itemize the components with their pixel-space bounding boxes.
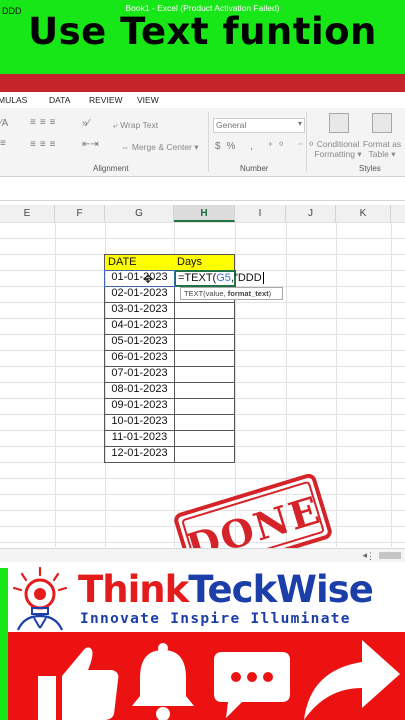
header-cell-days[interactable]: Days: [174, 254, 235, 271]
bell-icon[interactable]: [128, 642, 198, 721]
merge-center-label: Merge & Center: [131, 142, 192, 152]
header-cell-date[interactable]: DATE: [104, 254, 175, 271]
chevron-down-icon: ▾: [194, 142, 199, 152]
ribbon: ⁄A ≡ ≡≡≡ »⁄ ≡≡≡ ⇤⇥ ⤶ Wrap Text ⇔ Merge &…: [0, 108, 405, 177]
column-header-h[interactable]: H: [174, 205, 235, 222]
column-header-i[interactable]: I: [235, 205, 286, 222]
date-cell[interactable]: 06-01-2023: [104, 350, 175, 367]
date-cell[interactable]: 05-01-2023: [104, 334, 175, 351]
mouse-cursor-icon: ✥: [143, 272, 154, 286]
tab-view[interactable]: VIEW: [137, 95, 159, 105]
window-title: Book1 - Excel (Product Activation Failed…: [125, 3, 280, 13]
group-number-label: Number: [240, 164, 269, 173]
days-cell[interactable]: [174, 334, 235, 351]
align-left-icons[interactable]: ≡≡≡: [30, 139, 60, 150]
date-cell[interactable]: 12-01-2023: [104, 446, 175, 463]
days-cell[interactable]: [174, 302, 235, 319]
days-cell[interactable]: [174, 446, 235, 463]
comment-icon[interactable]: [212, 648, 292, 720]
share-icon[interactable]: [300, 640, 400, 720]
decrease-indent-icon[interactable]: ⇤⇥: [82, 139, 99, 150]
scroll-thumb[interactable]: [379, 552, 401, 559]
number-format-select[interactable]: General ▾: [213, 118, 305, 133]
tooltip-close: ): [268, 289, 272, 298]
cf-line1: Conditional: [316, 139, 360, 149]
wrap-text-button[interactable]: ⤶ Wrap Text: [113, 120, 158, 131]
number-format-icons[interactable]: $% , ⁺⁰ ⁻⁰: [215, 141, 319, 152]
date-cell[interactable]: 03-01-2023: [104, 302, 175, 319]
brand-tagline: Innovate Inspire Illuminate: [80, 611, 351, 627]
days-cell[interactable]: [174, 350, 235, 367]
indent-icon[interactable]: ≡: [0, 138, 6, 149]
date-cell[interactable]: 02-01-2023: [104, 286, 175, 303]
days-cell[interactable]: [174, 318, 235, 335]
excel-title-bar: [0, 74, 405, 92]
formula-suffix: ,"DDD: [230, 272, 262, 284]
conditional-formatting-button[interactable]: Conditional Formatting ▾: [314, 139, 362, 159]
column-header-j[interactable]: J: [286, 205, 336, 222]
chevron-down-icon: ▾: [297, 119, 302, 128]
column-header-g[interactable]: G: [105, 205, 174, 222]
formula-bar[interactable]: [0, 178, 405, 201]
text-direction-icon[interactable]: »⁄: [82, 118, 89, 129]
date-cell[interactable]: 08-01-2023: [104, 382, 175, 399]
horizontal-scrollbar[interactable]: ◂ ⋮: [0, 548, 405, 563]
tooltip-fn: TEXT(value,: [184, 289, 228, 298]
tab-formulas[interactable]: MULAS: [0, 95, 27, 105]
date-cell[interactable]: 10-01-2023: [104, 414, 175, 431]
ribbon-tabs: MULAS DATA REVIEW VIEW: [0, 92, 405, 108]
date-cell[interactable]: 07-01-2023: [104, 366, 175, 383]
bottom-green-strip: [0, 632, 8, 720]
tab-data[interactable]: DATA: [49, 95, 70, 105]
brand-name-part2: TeckWise: [188, 568, 374, 611]
column-headers: E F G H I J K: [0, 205, 405, 223]
cf-line2: Formatting: [314, 149, 355, 159]
format-as-table-button[interactable]: Format as Table ▾: [362, 139, 402, 159]
formula-prefix: =TEXT(: [178, 272, 217, 284]
column-header-e[interactable]: E: [0, 205, 55, 222]
brand-name: ThinkTeckWise: [78, 568, 374, 611]
days-cell[interactable]: [174, 414, 235, 431]
merge-icon: ⇔: [121, 142, 132, 152]
days-cell[interactable]: [174, 398, 235, 415]
formula-cell-ref: G5: [216, 272, 231, 284]
group-alignment-label: Alignment: [93, 164, 129, 173]
merge-center-button[interactable]: ⇔ Merge & Center ▾: [121, 142, 199, 153]
active-cell-h5[interactable]: =TEXT(G5,"DDD: [174, 270, 264, 287]
bulb-logo-icon: [10, 566, 70, 632]
wrap-text-label: Wrap Text: [120, 120, 159, 130]
banner-title: Use Text funtion: [28, 10, 377, 53]
date-cell[interactable]: 09-01-2023: [104, 398, 175, 415]
days-cell[interactable]: [174, 430, 235, 447]
column-header-k[interactable]: K: [336, 205, 391, 222]
conditional-formatting-icon[interactable]: [329, 113, 349, 133]
fat-line1: Format as: [362, 139, 402, 149]
split-icon[interactable]: ⋮: [366, 551, 375, 562]
group-styles-label: Styles: [359, 164, 381, 173]
formula-bar-text[interactable]: DDD: [2, 6, 22, 16]
like-icon[interactable]: [30, 640, 120, 720]
fat-line2: Table: [368, 149, 389, 159]
date-cell[interactable]: 11-01-2023: [104, 430, 175, 447]
days-cell[interactable]: [174, 382, 235, 399]
date-cell[interactable]: 04-01-2023: [104, 318, 175, 335]
tooltip-arg: format_text: [227, 289, 269, 298]
function-tooltip: TEXT(value, format_text): [180, 287, 283, 300]
days-cell[interactable]: [174, 366, 235, 383]
align-top-icons[interactable]: ≡≡≡: [30, 117, 60, 128]
tab-review[interactable]: REVIEW: [89, 95, 123, 105]
column-header-f[interactable]: F: [55, 205, 105, 222]
format-as-table-icon[interactable]: [372, 113, 392, 133]
number-format-value: General: [216, 120, 247, 130]
brand-name-part1: Think: [78, 568, 189, 611]
brand-green-strip: [0, 568, 8, 632]
orientation-icon[interactable]: ⁄A: [0, 118, 8, 129]
text-cursor: [262, 272, 264, 284]
referenced-cell-outline: [104, 270, 175, 287]
